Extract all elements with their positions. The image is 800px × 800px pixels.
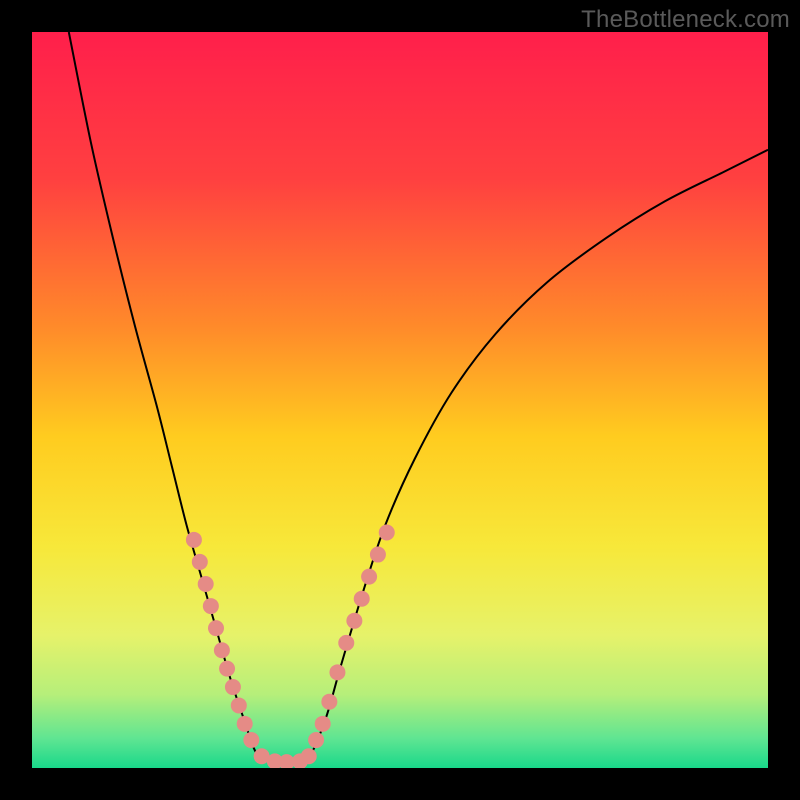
scatter-point — [225, 679, 241, 695]
gradient-background — [32, 32, 768, 768]
chart-svg — [32, 32, 768, 768]
scatter-point — [186, 532, 202, 548]
scatter-point — [361, 569, 377, 585]
scatter-point — [203, 598, 219, 614]
scatter-point — [219, 661, 235, 677]
scatter-point — [243, 732, 259, 748]
scatter-point — [370, 547, 386, 563]
scatter-point — [208, 620, 224, 636]
scatter-point — [346, 613, 362, 629]
scatter-point — [198, 576, 214, 592]
scatter-point — [329, 664, 345, 680]
plot-area — [32, 32, 768, 768]
scatter-point — [308, 732, 324, 748]
watermark-text: TheBottleneck.com — [581, 6, 790, 34]
outer-frame: TheBottleneck.com — [0, 0, 800, 800]
scatter-point — [301, 748, 317, 764]
scatter-point — [237, 716, 253, 732]
scatter-point — [192, 554, 208, 570]
scatter-point — [214, 642, 230, 658]
scatter-point — [315, 716, 331, 732]
scatter-point — [338, 635, 354, 651]
scatter-point — [321, 694, 337, 710]
scatter-point — [354, 591, 370, 607]
scatter-point — [231, 697, 247, 713]
scatter-point — [379, 524, 395, 540]
